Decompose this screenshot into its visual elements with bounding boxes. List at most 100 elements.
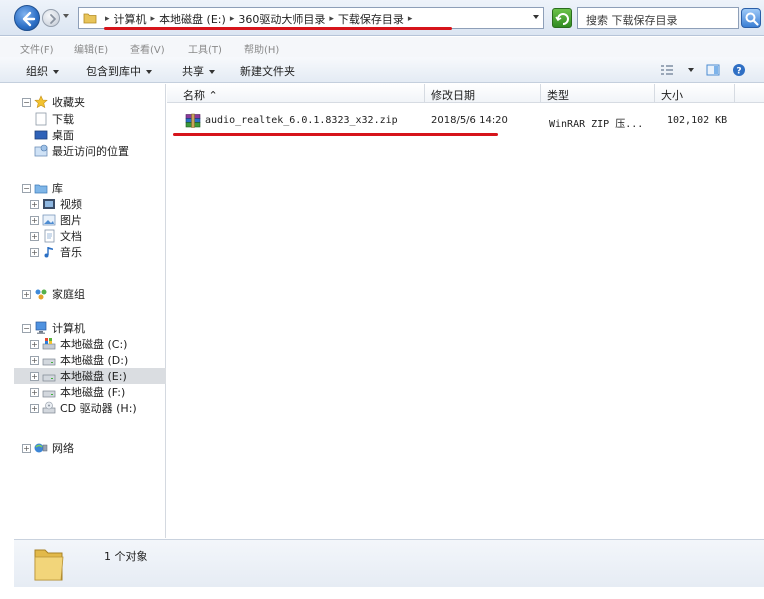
nav-favorites-label: 收藏夹 <box>52 96 85 109</box>
breadcrumb-download-folder[interactable]: 下载保存目录 <box>338 11 404 27</box>
breadcrumb-computer[interactable]: 计算机 <box>114 11 147 27</box>
nav-item-disk-f[interactable]: + 本地磁盘 (F:) <box>30 384 182 400</box>
expand-toggle[interactable]: + <box>30 371 39 381</box>
menu-file[interactable]: 文件(F) <box>20 41 54 56</box>
nav-item-pictures[interactable]: + 图片 <box>30 212 182 228</box>
network-icon <box>34 443 48 453</box>
recent-places-icon <box>34 144 48 157</box>
nav-item-label: 图片 <box>60 214 82 227</box>
refresh-icon <box>555 13 569 25</box>
back-button[interactable] <box>14 5 40 31</box>
address-bar[interactable]: ▸ 计算机 ▸ 本地磁盘 (E:) ▸ 360驱动大师目录 ▸ 下载保存目录 ▸ <box>78 7 544 29</box>
new-folder-button[interactable]: 新建文件夹 <box>240 63 295 79</box>
menu-edit[interactable]: 编辑(E) <box>74 41 108 56</box>
window-left-margin <box>0 84 14 587</box>
nav-item-documents[interactable]: + 文档 <box>30 228 182 244</box>
expand-toggle[interactable]: + <box>22 289 31 299</box>
nav-item-label: 本地磁盘 (C:) <box>60 338 128 351</box>
nav-item-desktop[interactable]: 桌面 <box>34 127 186 143</box>
help-icon[interactable]: ? <box>732 63 746 77</box>
breadcrumb-separator[interactable]: ▸ <box>329 14 334 24</box>
name-column-text: 名称 <box>183 89 205 102</box>
music-library-icon <box>44 247 53 258</box>
column-header-type[interactable]: 类型 <box>541 84 655 103</box>
nav-item-videos[interactable]: + 视频 <box>30 196 182 212</box>
library-icon <box>34 184 48 194</box>
file-list: 名称 ⌃ 修改日期 类型 大小 audio_realtek_6.0.1.8323… <box>167 84 764 538</box>
chevron-down-icon <box>53 70 59 74</box>
nav-item-recent-places[interactable]: 最近访问的位置 <box>34 143 186 159</box>
preview-pane-icon[interactable] <box>706 63 720 77</box>
nav-item-label: 本地磁盘 (F:) <box>60 386 126 399</box>
include-in-library-button[interactable]: 包含到库中 <box>86 63 152 79</box>
nav-item-downloads[interactable]: 下载 <box>34 111 186 127</box>
nav-computer[interactable]: − 计算机 <box>22 320 174 336</box>
expand-toggle[interactable]: + <box>30 403 39 413</box>
breadcrumb-local-disk-e[interactable]: 本地磁盘 (E:) <box>159 11 226 27</box>
search-placeholder: 搜索 下载保存目录 <box>586 14 678 27</box>
expand-toggle[interactable]: + <box>30 339 39 349</box>
breadcrumb-separator[interactable]: ▸ <box>408 14 413 24</box>
nav-item-label: 文档 <box>60 230 82 243</box>
nav-item-disk-c[interactable]: + 本地磁盘 (C:) <box>30 336 182 352</box>
expand-toggle[interactable]: + <box>30 247 39 257</box>
table-row[interactable]: audio_realtek_6.0.1.8323_x32.zip 2018/5/… <box>167 112 764 132</box>
computer-icon <box>35 321 47 334</box>
nav-network-label: 网络 <box>52 442 74 455</box>
breadcrumb-separator[interactable]: ▸ <box>230 14 235 24</box>
nav-item-label: 音乐 <box>60 246 82 259</box>
column-header-size-label: 大小 <box>661 89 683 102</box>
nav-item-music[interactable]: + 音乐 <box>30 244 182 260</box>
view-options-icon[interactable] <box>660 63 674 77</box>
nav-libraries[interactable]: − 库 <box>22 180 174 196</box>
chevron-down-icon <box>209 70 215 74</box>
expand-toggle[interactable]: + <box>30 387 39 397</box>
magnifier-glyph <box>745 12 759 26</box>
column-header-name-label: 名称 ⌃ <box>183 87 218 103</box>
forward-button[interactable] <box>42 9 60 27</box>
nav-item-label: 桌面 <box>52 129 74 142</box>
menu-view[interactable]: 查看(V) <box>130 41 165 56</box>
expand-toggle[interactable]: + <box>30 231 39 241</box>
menu-bar: 文件(F) 编辑(E) 查看(V) 工具(T) 帮助(H) <box>0 37 764 57</box>
video-library-icon <box>43 199 55 209</box>
menu-help[interactable]: 帮助(H) <box>244 41 279 56</box>
arrow-left-icon <box>22 11 36 27</box>
expand-toggle[interactable]: + <box>22 443 31 453</box>
collapse-toggle[interactable]: − <box>22 323 31 333</box>
nav-item-cd-drive[interactable]: + CD 驱动器 (H:) <box>30 400 182 416</box>
view-dropdown-caret[interactable] <box>688 68 694 72</box>
expand-toggle[interactable]: + <box>30 199 39 209</box>
search-input[interactable]: 搜索 下载保存目录 <box>577 7 739 29</box>
nav-favorites[interactable]: − 收藏夹 <box>22 94 174 110</box>
folder-icon <box>83 13 97 24</box>
expand-toggle[interactable]: + <box>30 215 39 225</box>
search-icon[interactable] <box>741 8 761 28</box>
recent-pages-dropdown[interactable] <box>63 14 69 18</box>
address-history-dropdown[interactable] <box>533 15 539 19</box>
breadcrumb-360-driver-folder[interactable]: 360驱动大师目录 <box>238 11 325 27</box>
nav-item-label: 本地磁盘 (D:) <box>60 354 129 367</box>
nav-item-label: CD 驱动器 (H:) <box>60 402 137 415</box>
nav-network[interactable]: + 网络 <box>22 440 174 456</box>
column-header-modified[interactable]: 修改日期 <box>425 84 541 103</box>
collapse-toggle[interactable]: − <box>22 97 31 107</box>
picture-library-icon <box>42 214 56 226</box>
nav-item-disk-d[interactable]: + 本地磁盘 (D:) <box>30 352 182 368</box>
share-button[interactable]: 共享 <box>182 63 215 79</box>
breadcrumb-separator[interactable]: ▸ <box>151 14 156 24</box>
nav-item-label: 视频 <box>60 198 82 211</box>
expand-toggle[interactable]: + <box>30 355 39 365</box>
nav-computer-label: 计算机 <box>52 322 85 335</box>
nav-item-disk-e-selected[interactable]: + 本地磁盘 (E:) <box>14 368 166 384</box>
breadcrumb: ▸ 计算机 ▸ 本地磁盘 (E:) ▸ 360驱动大师目录 ▸ 下载保存目录 ▸ <box>101 11 416 27</box>
arrow-right-icon <box>50 14 56 24</box>
column-header-name[interactable]: 名称 ⌃ <box>167 84 425 103</box>
refresh-button[interactable] <box>552 8 572 28</box>
column-header-size[interactable]: 大小 <box>655 84 735 103</box>
menu-tools[interactable]: 工具(T) <box>188 41 222 56</box>
organize-button[interactable]: 组织 <box>26 63 59 79</box>
breadcrumb-separator[interactable]: ▸ <box>105 14 110 24</box>
collapse-toggle[interactable]: − <box>22 183 31 193</box>
nav-homegroup[interactable]: + 家庭组 <box>22 286 174 302</box>
